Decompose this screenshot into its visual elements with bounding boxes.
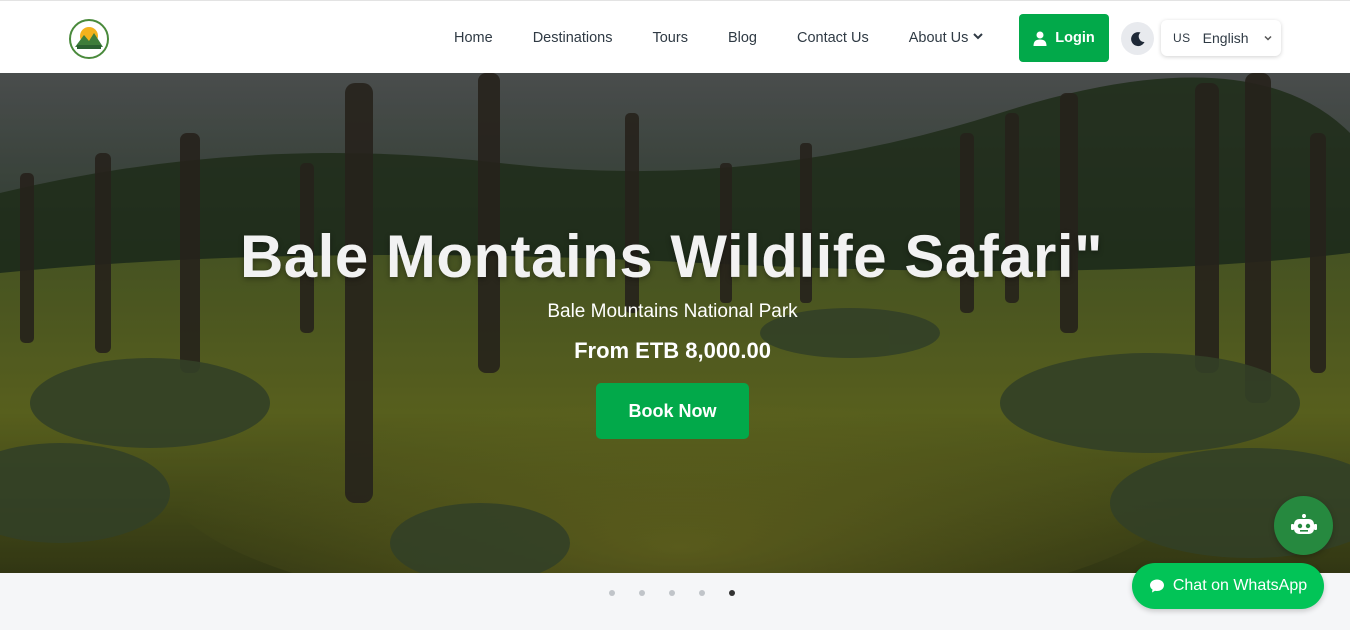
nav-about-us[interactable]: About Us [909,30,985,46]
robot-icon [1290,513,1317,534]
login-label: Login [1055,30,1095,46]
login-button[interactable]: Login [1019,14,1109,62]
carousel-dot-1[interactable] [609,590,615,596]
user-icon [1033,31,1047,46]
language-select[interactable]: US English [1161,20,1281,56]
carousel-dot-2[interactable] [639,590,645,596]
nav-contact-us[interactable]: Contact Us [797,30,869,46]
whatsapp-chat-button[interactable]: Chat on WhatsApp [1132,563,1324,609]
language-selected: English [1202,30,1249,46]
main-nav: Home Destinations Tours Blog Contact Us … [436,1,1024,74]
flag-icon: US [1173,31,1191,45]
whatsapp-label: Chat on WhatsApp [1172,577,1308,594]
carousel-dot-3[interactable] [669,590,675,596]
chatbot-button[interactable] [1274,496,1333,555]
hero-title: Bale Montains Wildlife Safari" [239,223,1104,290]
book-now-button[interactable]: Book Now [596,383,749,439]
hero-subtitle: Bale Mountains National Park [547,301,798,322]
nav-home[interactable]: Home [454,30,493,46]
nav-blog[interactable]: Blog [728,30,757,46]
hero-price: From ETB 8,000.00 [574,338,771,363]
nav-destinations[interactable]: Destinations [533,30,613,46]
chevron-down-icon [972,30,984,46]
carousel-dot-5[interactable] [729,590,735,596]
site-header: Home Destinations Tours Blog Contact Us … [0,0,1350,73]
hero-banner: Bale Montains Wildlife Safari" Bale Moun… [0,73,1350,573]
chat-bubble-icon [1149,579,1164,593]
carousel-dots [609,590,759,596]
moon-icon [1130,31,1144,46]
carousel-dot-4[interactable] [699,590,705,596]
mountain-logo-icon[interactable] [69,19,109,59]
theme-toggle[interactable] [1121,22,1154,55]
nav-tours[interactable]: Tours [652,30,687,46]
chevron-down-icon [1263,30,1273,46]
hero-overlay [0,73,1350,573]
nav-about-us-label: About Us [908,29,969,46]
